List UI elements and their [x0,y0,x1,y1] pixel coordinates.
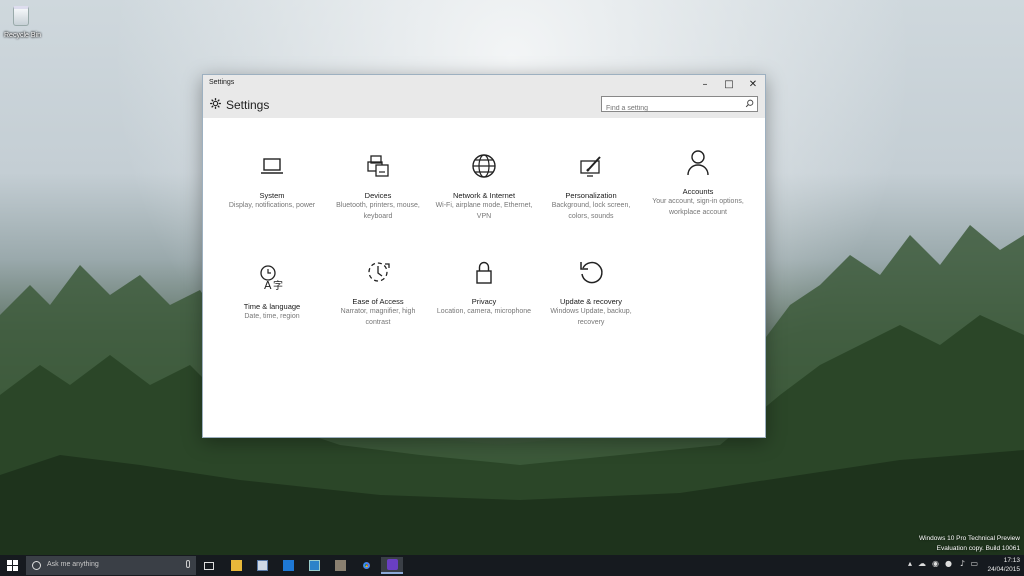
search-icon[interactable] [745,99,754,108]
outlook-icon[interactable] [280,557,296,574]
page-title: Settings [226,98,270,112]
start-button[interactable] [0,555,24,576]
clock-time: 17:13 [1003,557,1020,564]
category-update-recovery[interactable]: Update & recovery Windows Update, backup… [541,258,641,328]
category-ease-of-access[interactable]: Ease of Access Narrator, magnifier, high… [328,258,428,328]
lock-icon [476,261,492,284]
minimize-button[interactable]: – [693,75,717,93]
clock[interactable]: 17:13 24/04/2015 [987,556,1020,574]
cortana-search-box[interactable]: Ask me anything [26,556,196,575]
cortana-search-placeholder: Ask me anything [47,561,99,568]
watermark-line-1: Windows 10 Pro Technical Preview [918,535,1020,542]
svg-text:A: A [264,279,272,291]
close-button[interactable]: ✕ [741,75,765,93]
category-accounts[interactable]: Accounts Your account, sign-in options, … [648,148,748,218]
maximize-button[interactable]: □ [717,75,741,93]
category-description: Location, camera, microphone [436,308,532,315]
category-description: Date, time, region [244,313,300,320]
watermark-line-2: Evaluation copy. Build 10061 [936,545,1020,552]
category-name: Time & language [243,302,301,311]
laptop-icon [261,158,283,174]
gear-icon [210,98,221,109]
chrome-icon[interactable] [358,557,374,574]
show-hidden-icons-icon[interactable]: ▴ [908,559,912,568]
category-personalization[interactable]: Personalization Background, lock screen,… [541,152,641,222]
media-icon[interactable] [332,557,348,574]
category-name: System [259,191,285,200]
refresh-icon [580,261,603,284]
title-bar[interactable]: Settings – □ ✕ [203,75,765,93]
recycle-bin-desktop-icon[interactable]: Recycle Bin [4,6,41,39]
ease-of-access-icon [368,262,390,282]
category-name: Personalization [565,191,617,200]
settings-window: Settings – □ ✕ Settings System Display, … [202,74,766,438]
person-icon [687,150,709,176]
category-name: Privacy [471,297,497,306]
svg-text:字: 字 [273,279,283,291]
search-input[interactable] [602,101,742,116]
category-devices[interactable]: Devices Bluetooth, printers, mouse, keyb… [328,152,428,222]
window-title: Settings [209,79,235,86]
globe-icon [472,154,496,178]
category-description: Wi-Fi, airplane mode, Ethernet, VPN [435,202,533,220]
app-icon[interactable] [306,557,322,574]
category-privacy[interactable]: Privacy Location, camera, microphone [434,258,534,318]
category-description: Background, lock screen, colors, sounds [551,202,631,220]
network-icon[interactable]: ◉ [932,559,939,568]
recycle-bin-icon [13,6,29,26]
category-description: Narrator, magnifier, high contrast [340,308,416,326]
category-system[interactable]: System Display, notifications, power [222,152,322,212]
microphone-icon[interactable] [186,560,190,568]
category-name: Devices [364,191,392,200]
category-name: Accounts [682,187,714,196]
settings-icon [386,559,398,570]
settings-taskbar-button[interactable] [381,557,403,574]
store-icon[interactable] [254,557,270,574]
paintbrush-icon [580,156,601,177]
app-tray-icon[interactable]: ● [945,559,952,568]
category-description: Your account, sign-in options, workplace… [652,198,744,216]
category-time-language[interactable]: A 字 Time & language Date, time, region [222,263,322,323]
windows-logo-icon [6,560,18,571]
category-description: Bluetooth, printers, mouse, keyboard [336,202,420,220]
recycle-bin-label: Recycle Bin [4,32,41,39]
file-explorer-icon[interactable] [228,557,244,574]
evaluation-watermark: Windows 10 Pro Technical Preview Evaluat… [919,534,1020,554]
volume-icon[interactable]: ♪ [960,559,965,568]
category-description: Display, notifications, power [228,202,316,209]
time-language-icon: A 字 [260,265,283,292]
category-name: Update & recovery [559,297,623,306]
action-center-icon[interactable]: ▭ [970,559,978,568]
settings-header: Settings [203,93,765,118]
devices-icon [367,155,389,177]
category-network-internet[interactable]: Network & Internet Wi-Fi, airplane mode,… [434,152,534,222]
onedrive-icon[interactable]: ☁ [918,559,926,568]
task-view-icon[interactable] [201,557,217,574]
taskbar: Ask me anything ▴ ☁ ◉ ● ♪ ▭ 17:13 24/04/… [0,555,1024,576]
search-box[interactable] [601,96,758,116]
category-name: Ease of Access [352,297,404,306]
category-name: Network & Internet [452,191,516,200]
category-description: Windows Update, backup, recovery [550,308,632,326]
clock-date: 24/04/2015 [987,566,1020,573]
cortana-icon [32,561,41,570]
